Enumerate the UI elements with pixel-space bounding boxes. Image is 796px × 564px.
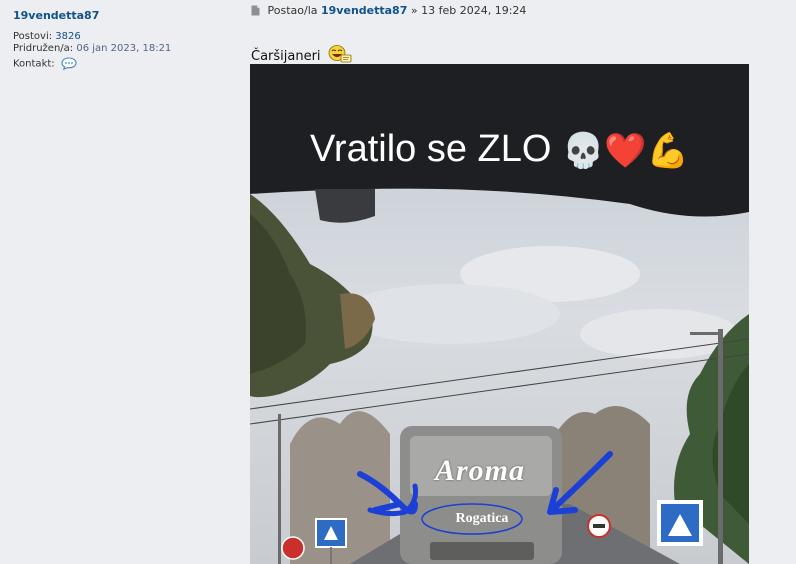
post-text: Čaršijaneri: [251, 49, 321, 64]
caption-emojis: 💀❤️💪: [562, 131, 690, 170]
posts-count-row: Postovi: 3826: [13, 31, 81, 42]
forum-post: 19vendetta87 Postovi: 3826 Pridružen/a: …: [0, 0, 796, 564]
joined-date: 06 jan 2023, 18:21: [76, 43, 172, 54]
posts-label: Postovi:: [13, 31, 53, 42]
bus-brand-text: Aroma: [434, 454, 526, 487]
meta-separator: »: [410, 4, 418, 17]
joined-label: Pridružen/a:: [13, 43, 74, 54]
post-date: 13 feb 2024, 19:24: [421, 4, 527, 17]
image-caption-text: Vratilo se ZLO: [309, 128, 552, 170]
speech-bubble-icon[interactable]: [61, 57, 77, 71]
image-caption: Vratilo se ZLO 💀❤️💪: [250, 128, 749, 171]
posts-count-link[interactable]: 3826: [55, 31, 80, 42]
post-meta: Postao/la 19vendetta87 » 13 feb 2024, 19…: [251, 4, 526, 19]
post-profile: 19vendetta87 Postovi: 3826 Pridružen/a: …: [4, 0, 238, 564]
contact-row: Kontakt:: [13, 57, 77, 71]
post-author-link[interactable]: 19vendetta87: [321, 4, 407, 17]
profile-username[interactable]: 19vendetta87: [13, 9, 99, 22]
post-image[interactable]: Vratilo se ZLO 💀❤️💪 Aroma Rogatica: [250, 64, 749, 564]
joined-row: Pridružen/a: 06 jan 2023, 18:21: [13, 43, 171, 54]
posted-by-label: Postao/la: [267, 4, 318, 17]
contact-label: Kontakt:: [13, 58, 55, 70]
post-body: Postao/la 19vendetta87 » 13 feb 2024, 19…: [246, 0, 796, 564]
bus-destination-text: Rogatica: [455, 511, 509, 526]
file-icon[interactable]: [251, 5, 260, 19]
